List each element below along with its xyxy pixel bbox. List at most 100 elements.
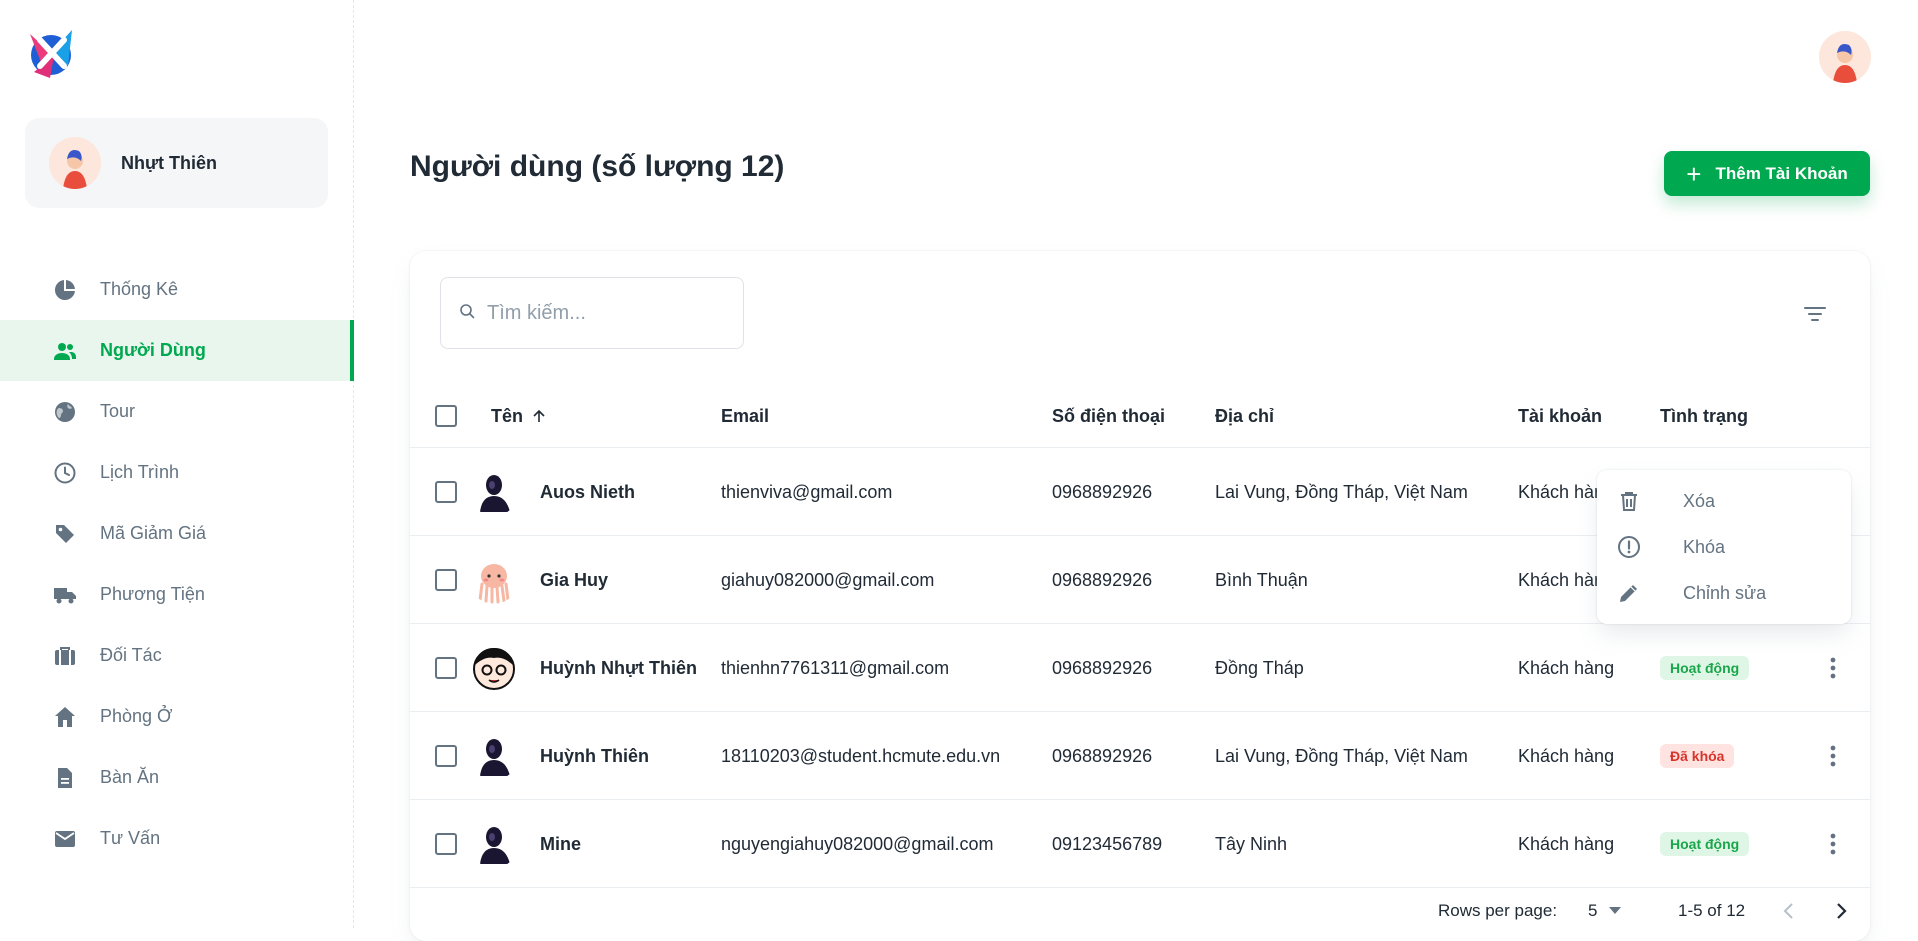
avatar bbox=[470, 820, 518, 868]
cell-phone: 0968892926 bbox=[1052, 745, 1153, 766]
filter-icon[interactable] bbox=[1800, 299, 1830, 329]
sidebar-item-doi-tac[interactable]: Đối Tác bbox=[0, 625, 354, 686]
people-icon bbox=[52, 338, 78, 364]
app-logo[interactable] bbox=[24, 26, 78, 80]
cell-address: Đồng Tháp bbox=[1215, 657, 1304, 678]
sidebar-item-ban-an[interactable]: Bàn Ăn bbox=[0, 747, 354, 808]
sidebar-item-label: Tư Vấn bbox=[100, 828, 161, 848]
column-header-name[interactable]: Tên bbox=[491, 384, 547, 448]
menu-item-lock[interactable]: Khóa bbox=[1597, 524, 1851, 570]
column-header-status: Tình trạng bbox=[1660, 405, 1748, 426]
home-icon bbox=[52, 704, 78, 730]
briefcase-icon bbox=[52, 643, 78, 669]
sidebar-item-label: Lịch Trình bbox=[100, 462, 180, 482]
cell-name: Huỳnh Nhựt Thiên bbox=[540, 657, 698, 678]
sidebar-item-tour[interactable]: Tour bbox=[0, 381, 354, 442]
cell-phone: 09123456789 bbox=[1052, 833, 1163, 854]
clock-icon bbox=[52, 460, 78, 486]
globe-icon bbox=[52, 399, 78, 425]
row-checkbox[interactable] bbox=[435, 833, 457, 855]
menu-item-label: Chỉnh sửa bbox=[1683, 582, 1767, 603]
cell-phone: 0968892926 bbox=[1052, 657, 1153, 678]
row-checkbox[interactable] bbox=[435, 569, 457, 591]
status-badge: Đã khóa bbox=[1660, 744, 1735, 768]
add-account-label: Thêm Tài Khoản bbox=[1715, 163, 1848, 183]
sidebar-item-label: Bàn Ăn bbox=[100, 767, 160, 787]
column-header-phone: Số điện thoại bbox=[1052, 405, 1166, 426]
row-checkbox[interactable] bbox=[435, 481, 457, 503]
menu-item-delete[interactable]: Xóa bbox=[1597, 478, 1851, 524]
sidebar-item-label: Thống Kê bbox=[100, 279, 179, 299]
search-box[interactable] bbox=[440, 277, 744, 349]
plus-icon: + bbox=[1686, 158, 1702, 189]
add-account-button[interactable]: + Thêm Tài Khoản bbox=[1664, 151, 1870, 196]
row-checkbox[interactable] bbox=[435, 745, 457, 767]
sidebar-item-lich-trinh[interactable]: Lịch Trình bbox=[0, 442, 354, 503]
sidebar-nav: Thống Kê Người Dùng Tour Lịch Trình Mã G… bbox=[0, 259, 354, 869]
sidebar-item-label: Phương Tiện bbox=[100, 584, 205, 604]
sidebar-item-phuong-tien[interactable]: Phương Tiện bbox=[0, 564, 354, 625]
header-avatar[interactable] bbox=[1819, 31, 1871, 83]
sidebar-item-label: Người Dùng bbox=[100, 340, 206, 360]
menu-item-edit[interactable]: Chỉnh sửa bbox=[1597, 570, 1851, 616]
sidebar-item-tu-van[interactable]: Tư Vấn bbox=[0, 808, 354, 869]
document-icon bbox=[52, 765, 78, 791]
previous-page-icon[interactable] bbox=[1782, 891, 1796, 931]
avatar bbox=[470, 732, 518, 780]
sidebar-item-phong-o[interactable]: Phòng Ở bbox=[0, 686, 354, 747]
sidebar-item-label: Mã Giảm Giá bbox=[100, 523, 207, 543]
cell-account: Khách hàng bbox=[1518, 657, 1615, 678]
table-row[interactable]: Mine nguyengiahuy082000@gmail.com 091234… bbox=[410, 800, 1870, 888]
select-all-checkbox[interactable] bbox=[435, 405, 457, 427]
avatar bbox=[470, 644, 518, 692]
column-header-account: Tài khoản bbox=[1518, 405, 1603, 426]
cell-address: Lai Vung, Đồng Tháp, Việt Nam bbox=[1215, 745, 1468, 766]
more-options-icon[interactable] bbox=[1818, 829, 1848, 859]
cell-name: Auos Nieth bbox=[540, 481, 636, 502]
cell-name: Gia Huy bbox=[540, 569, 609, 590]
sidebar-item-label: Phòng Ở bbox=[100, 706, 173, 726]
cell-email: thienviva@gmail.com bbox=[721, 481, 893, 502]
cell-email: giahuy082000@gmail.com bbox=[721, 569, 935, 590]
sidebar-item-ma-giam-gia[interactable]: Mã Giảm Giá bbox=[0, 503, 354, 564]
truck-icon bbox=[52, 582, 78, 608]
sidebar: Nhựt Thiên Thống Kê Người Dùng Tour Lịch… bbox=[0, 0, 354, 928]
table-row[interactable]: Huỳnh Nhựt Thiên thienhn7761311@gmail.co… bbox=[410, 624, 1870, 712]
cell-status: Hoạt động bbox=[1660, 624, 1750, 712]
column-header-address: Địa chỉ bbox=[1215, 405, 1275, 426]
sidebar-item-thong-ke[interactable]: Thống Kê bbox=[0, 259, 354, 320]
account-card[interactable]: Nhựt Thiên bbox=[25, 118, 328, 208]
next-page-icon[interactable] bbox=[1834, 891, 1848, 931]
column-header-email: Email bbox=[721, 405, 770, 426]
cell-status: Đã khóa bbox=[1660, 712, 1735, 800]
cell-email: nguyengiahuy082000@gmail.com bbox=[721, 833, 994, 854]
menu-item-label: Xóa bbox=[1683, 490, 1716, 511]
row-actions-menu: Xóa Khóa Chỉnh sửa bbox=[1597, 470, 1851, 624]
rows-per-page-select[interactable]: 5 bbox=[1588, 891, 1622, 931]
cell-email: 18110203@student.hcmute.edu.vn bbox=[721, 745, 1001, 766]
menu-item-label: Khóa bbox=[1683, 536, 1726, 557]
alert-circle-icon bbox=[1615, 533, 1643, 561]
pagination-range: 1-5 of 12 bbox=[1678, 901, 1746, 920]
sidebar-item-nguoi-dung[interactable]: Người Dùng bbox=[0, 320, 354, 381]
search-icon bbox=[459, 303, 475, 324]
cell-name: Mine bbox=[540, 833, 582, 854]
page-title: Người dùng (số lượng 12) bbox=[410, 150, 785, 183]
more-options-icon[interactable] bbox=[1818, 653, 1848, 683]
cell-address: Tây Ninh bbox=[1215, 833, 1288, 854]
row-checkbox[interactable] bbox=[435, 657, 457, 679]
tag-icon bbox=[52, 521, 78, 547]
status-badge: Hoạt động bbox=[1660, 832, 1750, 856]
status-badge: Hoạt động bbox=[1660, 656, 1750, 680]
sidebar-item-label: Đối Tác bbox=[100, 645, 162, 665]
search-input[interactable] bbox=[487, 301, 717, 325]
sort-ascending-icon bbox=[533, 409, 545, 422]
rows-per-page-label: Rows per page: bbox=[1438, 901, 1558, 920]
more-options-icon[interactable] bbox=[1818, 741, 1848, 771]
table-row[interactable]: Huỳnh Thiên 18110203@student.hcmute.edu.… bbox=[410, 712, 1870, 800]
avatar bbox=[470, 556, 518, 604]
cell-email: thienhn7761311@gmail.com bbox=[721, 657, 950, 678]
rows-per-page-value: 5 bbox=[1588, 901, 1598, 920]
avatar bbox=[49, 137, 101, 189]
mail-icon bbox=[52, 826, 78, 852]
